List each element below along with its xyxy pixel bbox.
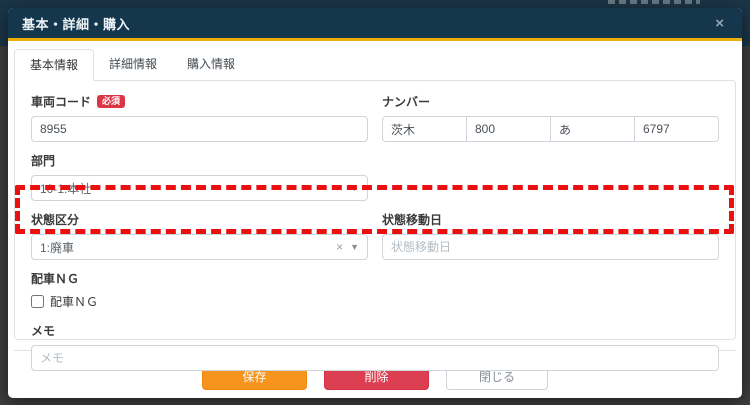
clear-icon[interactable]: ×	[329, 240, 350, 254]
department-select-value: 10-1:本社	[40, 180, 329, 197]
chevron-down-icon[interactable]: ▼	[350, 242, 359, 252]
required-badge: 必須	[97, 95, 125, 108]
modal-header: 基本・詳細・購入 ×	[8, 8, 742, 41]
dispatch-ng-checkbox-label: 配車ＮＧ	[50, 293, 98, 310]
number-class-input[interactable]	[466, 116, 551, 142]
close-icon[interactable]: ×	[711, 14, 728, 33]
status-label: 状態区分	[31, 211, 368, 228]
memo-label: メモ	[31, 322, 719, 339]
status-date-label: 状態移動日	[382, 211, 719, 228]
tab-bar: 基本情報 詳細情報 購入情報	[14, 49, 736, 80]
tab-detail-info[interactable]: 詳細情報	[94, 49, 172, 80]
department-select[interactable]: 10-1:本社 × ▼	[31, 175, 368, 201]
dispatch-ng-checkbox-row: 配車ＮＧ	[31, 293, 719, 310]
number-label: ナンバー	[382, 93, 719, 110]
number-region-input[interactable]	[382, 116, 467, 142]
number-kana-input[interactable]	[550, 116, 635, 142]
status-select-value: 1:廃車	[40, 239, 329, 256]
dispatch-ng-checkbox[interactable]	[31, 295, 44, 308]
modal-body: 基本情報 詳細情報 購入情報 車両コード 必須 ナンバー	[8, 41, 742, 390]
number-serial-input[interactable]	[634, 116, 719, 142]
tab-basic-info[interactable]: 基本情報	[14, 49, 94, 81]
department-label: 部門	[31, 152, 368, 169]
vehicle-detail-modal: 基本・詳細・購入 × 基本情報 詳細情報 購入情報 車両コード 必須 ナンバー	[8, 8, 742, 398]
status-date-input[interactable]	[382, 234, 719, 260]
chevron-down-icon[interactable]: ▼	[350, 183, 359, 193]
dispatch-ng-label: 配車ＮＧ	[31, 270, 719, 287]
vehicle-code-input[interactable]	[31, 116, 368, 142]
tab-content-basic: 車両コード 必須 ナンバー 部門	[14, 80, 736, 340]
number-input-group	[382, 116, 719, 142]
tab-purchase-info[interactable]: 購入情報	[172, 49, 250, 80]
status-select[interactable]: 1:廃車 × ▼	[31, 234, 368, 260]
vehicle-code-label: 車両コード 必須	[31, 93, 368, 110]
clear-icon[interactable]: ×	[329, 181, 350, 195]
modal-title: 基本・詳細・購入	[22, 14, 130, 33]
memo-input[interactable]	[31, 345, 719, 371]
background-text-fragment	[608, 0, 700, 4]
